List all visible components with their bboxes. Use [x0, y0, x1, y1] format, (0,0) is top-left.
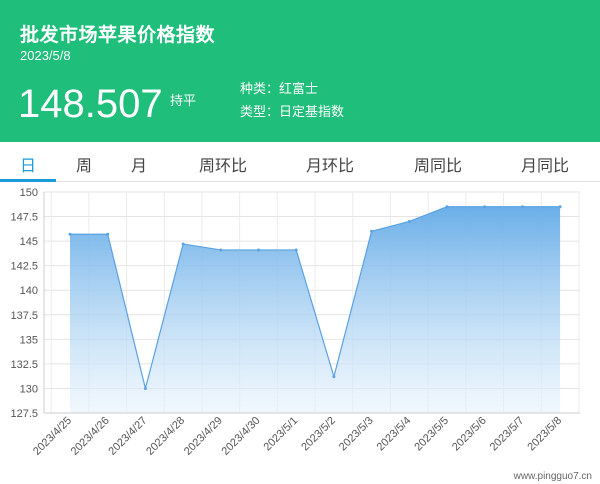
- x-tick-label: 2023/5/4: [375, 415, 414, 454]
- x-tick-label: 2023/4/28: [144, 415, 187, 458]
- data-point[interactable]: [483, 205, 487, 209]
- x-tick-label: 2023/5/8: [525, 415, 564, 454]
- x-tick-label: 2023/5/5: [412, 415, 451, 454]
- index-type-label: 类型：日定基指数: [240, 104, 345, 119]
- y-tick-label: 135: [20, 334, 38, 346]
- data-point[interactable]: [68, 232, 72, 236]
- x-tick-label: 2023/4/27: [106, 415, 149, 458]
- data-point[interactable]: [558, 205, 562, 209]
- tab-day[interactable]: 日: [20, 152, 36, 176]
- period-tabs: 日 周 月 周环比 月环比 周同比 月同比: [0, 142, 600, 182]
- data-point[interactable]: [332, 375, 336, 379]
- data-point[interactable]: [106, 232, 110, 236]
- x-tick-label: 2023/4/29: [182, 415, 225, 458]
- x-tick-label: 2023/5/3: [337, 415, 376, 454]
- x-tick-label: 2023/4/26: [69, 415, 112, 458]
- tab-month-year-on-year[interactable]: 月同比: [521, 152, 569, 176]
- data-point[interactable]: [370, 229, 374, 233]
- tab-week-year-on-year[interactable]: 周同比: [414, 152, 462, 176]
- data-point[interactable]: [143, 386, 147, 390]
- y-tick-label: 145: [20, 236, 38, 248]
- data-point[interactable]: [520, 205, 524, 209]
- x-tick-label: 2023/5/1: [262, 415, 301, 454]
- data-point[interactable]: [181, 242, 185, 246]
- y-tick-label: 150: [20, 187, 38, 199]
- data-point[interactable]: [219, 248, 223, 252]
- page-title: 批发市场苹果价格指数: [20, 25, 216, 46]
- y-tick-label: 130: [20, 383, 38, 395]
- variety-label: 种类：红富士: [240, 81, 319, 96]
- data-point[interactable]: [445, 205, 449, 209]
- y-tick-label: 140: [20, 285, 38, 297]
- chart-area: 127.5 130 132.5 135 137.5 140 142.5 145 147.5 150…: [0, 182, 600, 484]
- header-banner: 批发市场苹果价格指数 2023/5/8 148.507 持平 种类：红富士 类型…: [0, 0, 600, 142]
- tab-week-on-week[interactable]: 周环比: [199, 152, 247, 176]
- watermark-text: www.pingguo7.cn: [513, 471, 592, 482]
- x-tick-label: 2023/4/30: [220, 415, 263, 458]
- x-tick-label: 2023/5/7: [488, 415, 527, 454]
- data-point[interactable]: [407, 219, 411, 223]
- tab-month-on-month[interactable]: 月环比: [306, 152, 354, 176]
- y-tick-label: 147.5: [10, 212, 38, 224]
- current-price: 148.507: [18, 82, 163, 126]
- data-point[interactable]: [294, 248, 298, 252]
- trend-label: 持平: [170, 93, 197, 108]
- x-tick-label: 2023/4/25: [31, 415, 74, 458]
- y-tick-label: 137.5: [10, 310, 38, 322]
- x-tick-label: 2023/5/2: [299, 415, 338, 454]
- price-index-chart: 127.5 130 132.5 135 137.5 140 142.5 145 147.5 150…: [10, 187, 592, 482]
- x-tick-label: 2023/5/6: [450, 415, 489, 454]
- data-point[interactable]: [257, 248, 260, 252]
- current-date: 2023/5/8: [20, 48, 71, 63]
- y-tick-label: 132.5: [10, 359, 38, 371]
- tab-week[interactable]: 周: [76, 152, 92, 176]
- tab-month[interactable]: 月: [131, 152, 147, 176]
- y-tick-label: 142.5: [10, 261, 38, 273]
- y-tick-label: 127.5: [10, 408, 38, 420]
